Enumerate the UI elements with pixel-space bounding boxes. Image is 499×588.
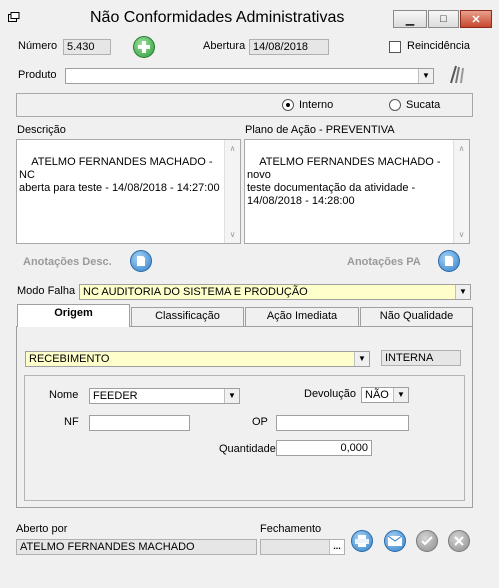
anotacoes-pa-button[interactable]	[438, 250, 460, 272]
descricao-text: ATELMO FERNANDES MACHADO - NC aberta par…	[19, 156, 220, 194]
cancel-button[interactable]	[448, 530, 470, 552]
nome-select[interactable]: FEEDER ▼	[89, 388, 240, 404]
scroll-up-icon[interactable]: ∧	[225, 142, 240, 155]
scroll-up-icon[interactable]: ∧	[454, 142, 469, 155]
envelope-icon	[388, 536, 402, 546]
nf-field[interactable]	[89, 415, 190, 431]
check-icon	[421, 536, 433, 546]
nome-label: Nome	[49, 389, 79, 401]
devolucao-select[interactable]: NÃO ▼	[361, 387, 409, 403]
plano-acao-text: ATELMO FERNANDES MACHADO - novo teste do…	[247, 156, 441, 207]
note-icon	[137, 256, 145, 266]
modo-falha-select[interactable]: NC AUDITORIA DO SISTEMA E PRODUÇÃO ▼	[79, 284, 471, 300]
tab-classificacao[interactable]: Classificação	[131, 307, 244, 326]
numero-label: Número	[18, 40, 58, 52]
chevron-down-icon[interactable]: ▼	[224, 389, 239, 403]
reincidencia-checkbox[interactable]	[389, 41, 401, 53]
radio-sucata[interactable]	[389, 99, 401, 111]
origem-tipo-panel	[16, 93, 473, 117]
chevron-down-icon[interactable]: ▼	[354, 352, 369, 366]
close-icon	[454, 536, 464, 546]
numero-field[interactable]: 5.430	[63, 39, 111, 55]
app-icon	[8, 12, 20, 23]
aberto-por-field[interactable]: ATELMO FERNANDES MACHADO	[16, 539, 257, 555]
nome-value: FEEDER	[93, 390, 138, 402]
window-title: Não Conformidades Administrativas	[90, 9, 345, 26]
quantidade-label: Quantidade	[219, 443, 276, 455]
aberto-por-label: Aberto por	[16, 523, 68, 535]
minimize-icon: ▁	[405, 13, 415, 26]
descricao-label: Descrição	[17, 124, 66, 136]
tab-nao-qualidade[interactable]: Não Qualidade	[360, 307, 473, 326]
descricao-textarea[interactable]: ATELMO FERNANDES MACHADO - NC aberta par…	[16, 139, 241, 244]
tools-icon	[450, 65, 464, 84]
maximize-icon: □	[440, 13, 447, 25]
op-label: OP	[252, 416, 268, 428]
anotacoes-desc-label: Anotações Desc.	[23, 256, 112, 268]
scroll-down-icon[interactable]: ∨	[225, 228, 240, 241]
printer-icon	[355, 535, 369, 547]
fechamento-label: Fechamento	[260, 523, 322, 535]
radio-sucata-label: Sucata	[406, 99, 441, 111]
anotacoes-pa-label: Anotações PA	[347, 256, 421, 268]
note-icon	[445, 256, 453, 266]
title-bar: Não Conformidades Administrativas ▁ □ ✕	[0, 0, 499, 34]
tipo-field[interactable]: INTERNA	[381, 350, 461, 366]
close-icon: ✕	[471, 13, 481, 26]
modo-falha-value: NC AUDITORIA DO SISTEMA E PRODUÇÃO	[83, 286, 308, 298]
produto-select[interactable]: ▼	[65, 68, 434, 84]
confirm-button[interactable]	[416, 530, 438, 552]
chevron-down-icon[interactable]: ▼	[393, 388, 408, 402]
chevron-down-icon[interactable]: ▼	[418, 69, 433, 83]
fechamento-field[interactable]: ...	[260, 539, 345, 555]
abertura-label: Abertura	[203, 40, 246, 52]
abertura-field[interactable]: 14/08/2018	[249, 39, 329, 55]
reincidencia-label: Reincidência	[407, 40, 470, 52]
plano-acao-label: Plano de Ação - PREVENTIVA	[245, 124, 395, 136]
app-window: Não Conformidades Administrativas ▁ □ ✕ …	[0, 0, 499, 588]
tab-origem[interactable]: Origem	[17, 304, 130, 327]
plus-icon	[138, 41, 150, 53]
radio-interno[interactable]	[282, 99, 294, 111]
produto-label: Produto	[18, 69, 57, 81]
devolucao-value: NÃO	[365, 389, 389, 401]
nf-label: NF	[64, 416, 79, 428]
scroll-down-icon[interactable]: ∨	[454, 228, 469, 241]
devolucao-label: Devolução	[304, 388, 356, 400]
anotacoes-desc-button[interactable]	[130, 250, 152, 272]
op-field[interactable]	[276, 415, 409, 431]
plano-acao-scrollbar[interactable]: ∧ ∨	[453, 140, 469, 243]
ellipsis-button[interactable]: ...	[329, 540, 344, 554]
descricao-scrollbar[interactable]: ∧ ∨	[224, 140, 240, 243]
email-button[interactable]	[384, 530, 406, 552]
modo-falha-label: Modo Falha	[17, 285, 76, 297]
chevron-down-icon[interactable]: ▼	[455, 285, 470, 299]
tab-acao-imediata[interactable]: Ação Imediata	[245, 307, 359, 326]
quantidade-field[interactable]: 0,000	[276, 440, 372, 456]
recebimento-value: RECEBIMENTO	[29, 353, 110, 365]
recebimento-select[interactable]: RECEBIMENTO ▼	[25, 351, 370, 367]
tools-button[interactable]	[447, 63, 467, 85]
radio-interno-label: Interno	[299, 99, 334, 111]
add-button[interactable]	[133, 36, 155, 58]
minimize-button[interactable]: ▁	[393, 10, 427, 28]
plano-acao-textarea[interactable]: ATELMO FERNANDES MACHADO - novo teste do…	[244, 139, 470, 244]
maximize-button[interactable]: □	[428, 10, 459, 28]
close-button[interactable]: ✕	[460, 10, 492, 28]
print-button[interactable]	[351, 530, 373, 552]
